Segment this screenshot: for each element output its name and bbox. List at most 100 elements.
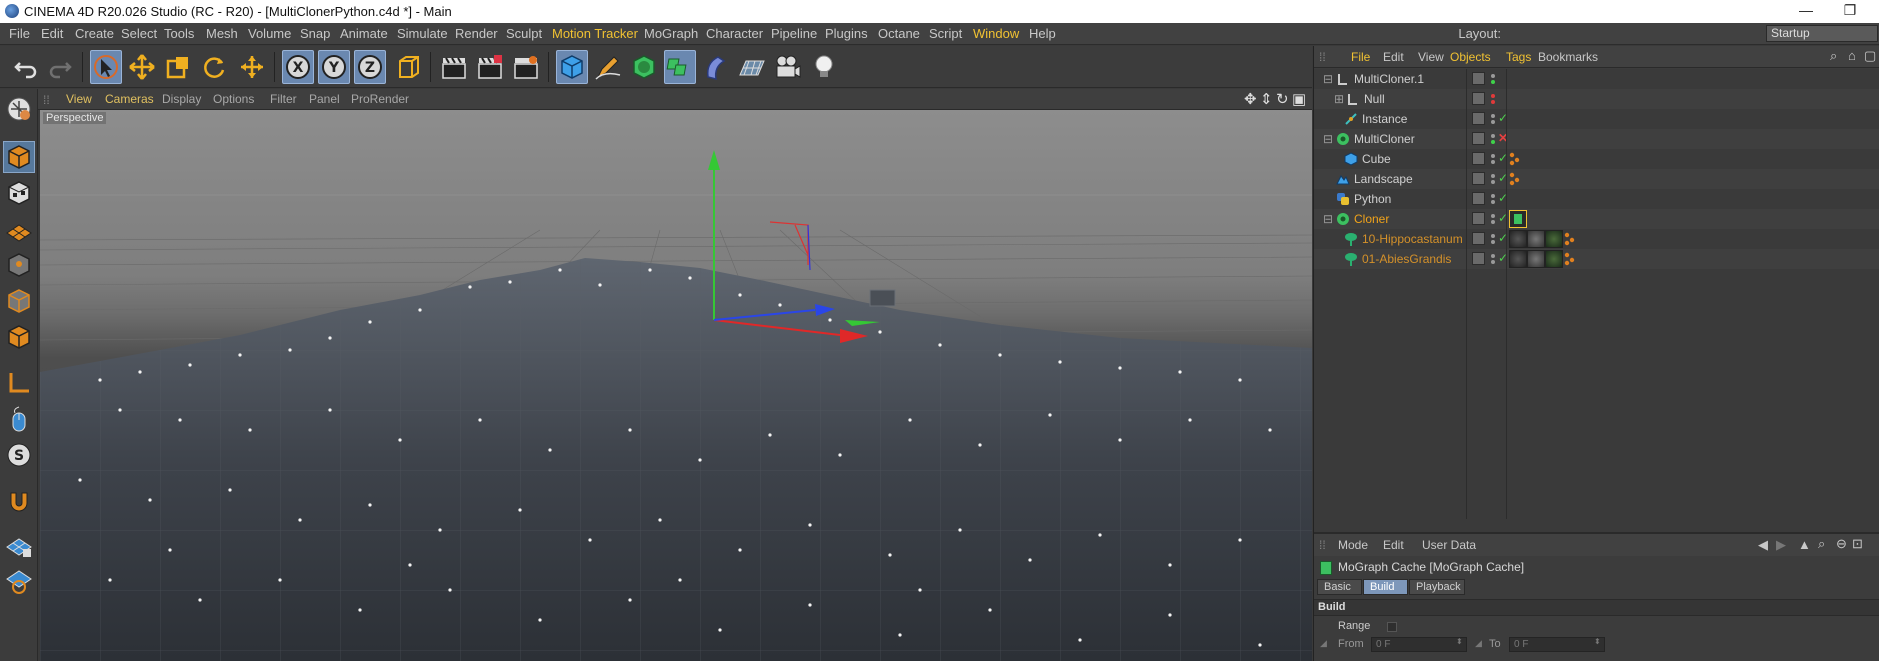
visibility-dots-icon[interactable] (1490, 132, 1496, 146)
cube-button[interactable] (556, 50, 588, 84)
search-icon[interactable]: ⌕ (1830, 48, 1837, 64)
pen-button[interactable] (592, 50, 624, 84)
edges-mode-button[interactable] (3, 285, 35, 317)
menu-pipeline[interactable]: Pipeline (771, 26, 817, 41)
tab-playback[interactable]: Playback (1409, 579, 1465, 595)
layer-visibility-icon[interactable] (1472, 72, 1485, 85)
visibility-dots-icon[interactable] (1490, 172, 1496, 186)
toggle-view-icon[interactable]: ▣ (1292, 90, 1306, 108)
from-stepper-icon[interactable]: ⬍ (1456, 637, 1463, 646)
layout-dropdown[interactable]: Startup (1766, 25, 1878, 42)
model-mode-button[interactable] (3, 141, 35, 173)
viewport-menu-prorender[interactable]: ProRender (351, 92, 409, 106)
object-row-multicloner-1[interactable]: ⊟ MultiCloner.1 (1314, 69, 1879, 89)
last-tool-button[interactable] (236, 50, 268, 84)
om-menu-bookmarks[interactable]: Bookmarks (1538, 50, 1598, 64)
deformer-button[interactable] (700, 50, 732, 84)
menu-character[interactable]: Character (706, 26, 763, 41)
menu-plugins[interactable]: Plugins (825, 26, 868, 41)
layer-visibility-icon[interactable] (1472, 132, 1485, 145)
coordinate-system-button[interactable] (392, 50, 424, 84)
planar-workplane-button[interactable] (3, 565, 35, 597)
locked-workplane-button[interactable] (3, 529, 35, 561)
material-tag-icon[interactable] (1527, 230, 1545, 248)
column-separator[interactable] (1506, 69, 1507, 519)
search-icon[interactable]: ⌕ (1818, 536, 1825, 552)
range-checkbox[interactable] (1387, 622, 1397, 632)
visibility-dots-icon[interactable] (1490, 72, 1496, 86)
make-editable-button[interactable] (3, 93, 35, 125)
layer-visibility-icon[interactable] (1472, 152, 1485, 165)
menu-snap[interactable]: Snap (300, 26, 330, 41)
menu-script[interactable]: Script (929, 26, 962, 41)
phong-tag-icon[interactable] (1564, 232, 1576, 246)
phong-tag-icon[interactable] (1509, 172, 1521, 186)
undo-button[interactable] (10, 50, 42, 84)
y-axis-button[interactable]: Y (318, 50, 350, 84)
axis-mode-button[interactable] (3, 367, 35, 399)
snapping-button[interactable]: S (3, 439, 35, 471)
workplane-mode-button[interactable] (3, 213, 35, 245)
layer-visibility-icon[interactable] (1472, 192, 1485, 205)
to-stepper-icon[interactable]: ⬍ (1594, 637, 1601, 646)
redo-button[interactable] (44, 50, 76, 84)
minimize-button[interactable]: — (1791, 2, 1821, 20)
menu-create[interactable]: Create (75, 26, 114, 41)
om-menu-file[interactable]: File (1351, 50, 1370, 64)
object-row-null[interactable]: ⊞ Null (1314, 89, 1879, 109)
layer-visibility-icon[interactable] (1472, 92, 1485, 105)
visibility-dots-icon[interactable] (1490, 152, 1496, 166)
am-menu-edit[interactable]: Edit (1383, 538, 1404, 552)
menu-motion-tracker[interactable]: Motion Tracker (552, 26, 638, 41)
scale-button[interactable] (162, 50, 194, 84)
render-settings-button[interactable] (510, 50, 542, 84)
menu-edit[interactable]: Edit (41, 26, 63, 41)
menu-sculpt[interactable]: Sculpt (506, 26, 542, 41)
viewport-menu-options[interactable]: Options (213, 92, 254, 106)
collapse-icon[interactable]: ⊟ (1323, 132, 1333, 146)
viewport-menu-filter[interactable]: Filter (270, 92, 297, 106)
layer-visibility-icon[interactable] (1472, 112, 1485, 125)
menu-mograph[interactable]: MoGraph (644, 26, 698, 41)
tab-basic[interactable]: Basic (1317, 579, 1362, 595)
material-tag-icon[interactable] (1509, 230, 1527, 248)
object-row-cloner[interactable]: ⊟ Cloner ✓ (1314, 209, 1879, 229)
object-row-abiesgrandis[interactable]: 01-AbiesGrandis ✓ (1314, 249, 1879, 269)
menu-animate[interactable]: Animate (340, 26, 388, 41)
subdivision-surface-button[interactable] (628, 50, 660, 84)
cube-object[interactable] (869, 289, 896, 307)
object-row-landscape[interactable]: Landscape ✓ (1314, 169, 1879, 189)
live-selection-button[interactable] (90, 50, 122, 84)
menu-render[interactable]: Render (455, 26, 498, 41)
menu-volume[interactable]: Volume (248, 26, 291, 41)
viewport-menu-panel[interactable]: Panel (309, 92, 340, 106)
tab-build[interactable]: Build (1363, 579, 1408, 595)
column-separator[interactable] (1466, 69, 1467, 519)
collapse-icon[interactable]: ⊟ (1323, 72, 1333, 86)
array-button[interactable] (664, 50, 696, 84)
floor-button[interactable] (736, 50, 768, 84)
move-button[interactable] (126, 50, 158, 84)
object-row-cube[interactable]: Cube ✓ (1314, 149, 1879, 169)
visibility-dots-icon[interactable] (1490, 212, 1496, 226)
menu-tools[interactable]: Tools (164, 26, 194, 41)
forward-arrow-icon[interactable]: ▶ (1776, 537, 1786, 553)
layer-visibility-icon[interactable] (1472, 212, 1485, 225)
object-row-multicloner[interactable]: ⊟ MultiCloner ✕ (1314, 129, 1879, 149)
expand-icon[interactable]: ⊞ (1334, 92, 1344, 106)
object-row-hippocastanum[interactable]: 10-Hippocastanum ✓ (1314, 229, 1879, 249)
polygons-mode-button[interactable] (3, 321, 35, 353)
phong-tag-icon[interactable] (1509, 152, 1521, 166)
viewport-menu-cameras[interactable]: Cameras (105, 92, 154, 106)
visibility-dots-icon[interactable] (1490, 252, 1496, 266)
menu-file[interactable]: File (9, 26, 30, 41)
render-view-button[interactable] (438, 50, 470, 84)
from-field[interactable]: 0 F (1371, 637, 1467, 652)
up-arrow-icon[interactable]: ▲ (1798, 537, 1811, 552)
material-tag-icon[interactable] (1545, 230, 1563, 248)
viewport-menu-display[interactable]: Display (162, 92, 201, 106)
menu-window[interactable]: Window (973, 26, 1019, 41)
texture-mode-button[interactable] (3, 177, 35, 209)
to-field[interactable]: 0 F (1509, 637, 1605, 652)
animation-key-icon[interactable]: ◢ (1475, 639, 1482, 649)
